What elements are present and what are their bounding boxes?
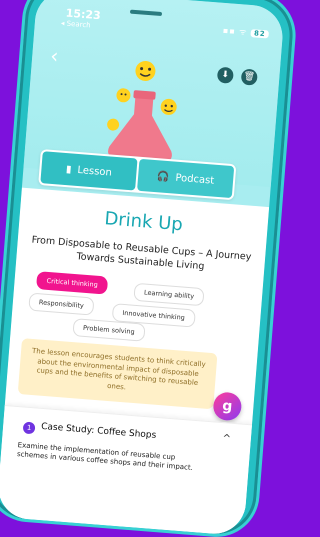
hero-section: 15:23 ◂ Search ▪▪ ᯤ 82 ‹ ⬇ 🗑 ▮ Lesson 🎧 …	[23, 0, 285, 201]
tab-lesson-label: Lesson	[77, 164, 113, 179]
case-description: Examine the implementation of reusable c…	[16, 441, 194, 472]
download-icon[interactable]: ⬇	[216, 66, 234, 84]
skill-chip[interactable]: Critical thinking	[35, 271, 109, 295]
tab-lesson[interactable]: ▮ Lesson	[40, 151, 138, 191]
lesson-summary: The lesson encourages students to think …	[17, 338, 218, 410]
chevron-up-icon[interactable]: ^	[222, 433, 231, 445]
back-button[interactable]: ‹	[49, 43, 59, 68]
tab-podcast-label: Podcast	[174, 172, 215, 187]
dynamic-island	[129, 9, 163, 17]
delete-icon[interactable]: 🗑	[240, 68, 258, 86]
skill-chip[interactable]: Responsibility	[28, 292, 95, 316]
tab-podcast[interactable]: 🎧 Podcast	[137, 158, 235, 199]
lesson-subtitle: From Disposable to Reusable Cups – A Jou…	[31, 234, 252, 273]
skill-chip[interactable]: Learning ability	[133, 282, 205, 307]
case-study-card[interactable]: 1 Case Study: Coffee Shops ^ Examine the…	[0, 404, 253, 537]
lesson-content: Drink Up From Disposable to Reusable Cup…	[0, 187, 270, 537]
assistant-fab[interactable]: g	[212, 391, 243, 422]
phone-frame: 15:23 ◂ Search ▪▪ ᯤ 82 ‹ ⬇ 🗑 ▮ Lesson 🎧 …	[0, 0, 296, 537]
book-icon: ▮	[65, 163, 72, 175]
headphones-icon: 🎧	[156, 170, 170, 183]
case-number-badge: 1	[22, 421, 36, 435]
app-screen: 15:23 ◂ Search ▪▪ ᯤ 82 ‹ ⬇ 🗑 ▮ Lesson 🎧 …	[0, 0, 285, 537]
signal-wifi-icon: ▪▪ ᯤ	[222, 25, 248, 37]
status-back-link[interactable]: ◂ Search	[61, 19, 91, 29]
case-title: Case Study: Coffee Shops	[40, 421, 157, 441]
battery-icon: 82	[250, 29, 269, 39]
status-icons: ▪▪ ᯤ 82	[222, 25, 269, 40]
